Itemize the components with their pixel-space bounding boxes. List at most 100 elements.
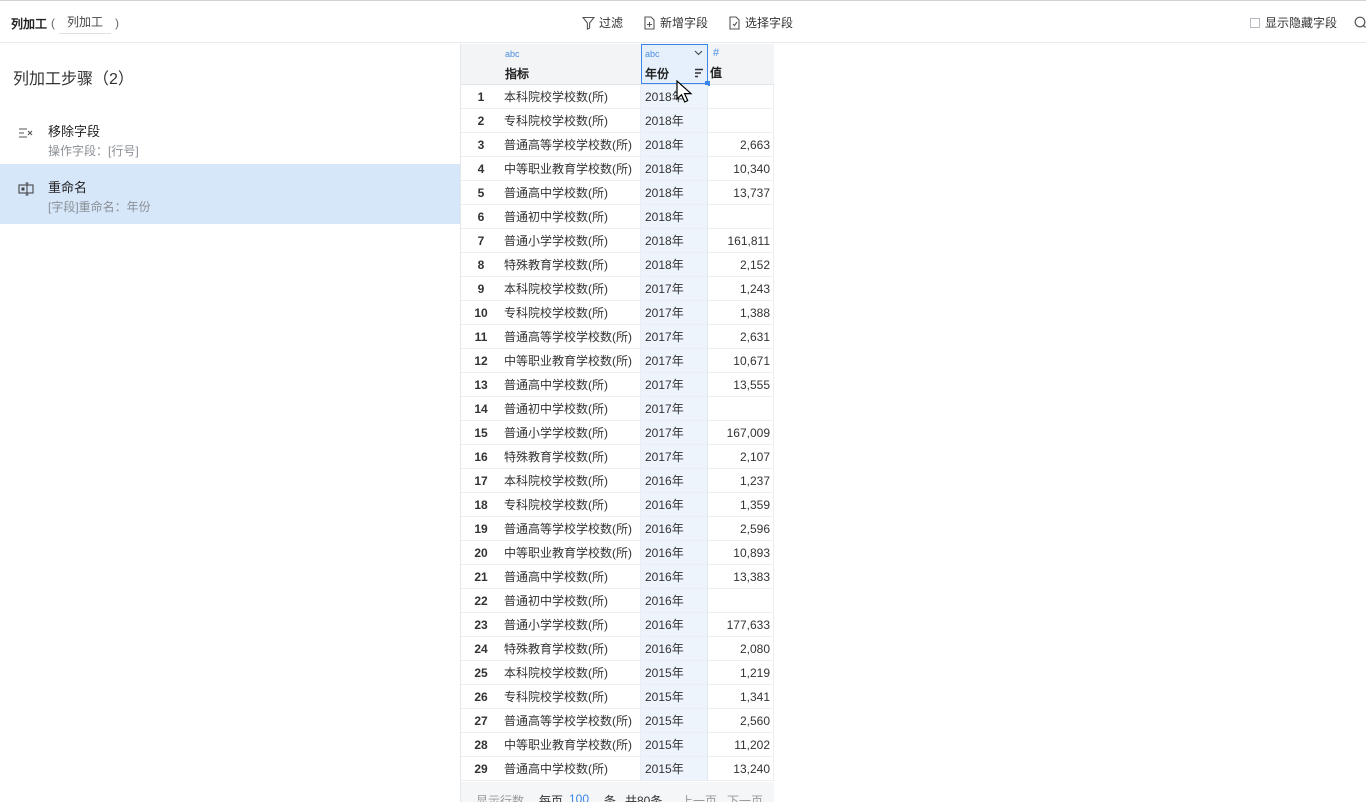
cell-value[interactable]: 2,080 [708,637,774,661]
cell-year[interactable]: 2016年 [641,589,708,613]
cell-indicator[interactable]: 本科院校学校数(所) [501,85,641,109]
cell-value[interactable]: 167,009 [708,421,774,445]
chevron-down-icon[interactable] [694,50,703,56]
cell-value[interactable]: 2,560 [708,709,774,733]
cell-year[interactable]: 2015年 [641,757,708,781]
cell-year[interactable]: 2017年 [641,397,708,421]
cell-year[interactable]: 2018年 [641,253,708,277]
cell-value[interactable]: 177,633 [708,613,774,637]
cell-value[interactable]: 1,359 [708,493,774,517]
cell-value[interactable] [708,205,774,229]
cell-value[interactable]: 1,243 [708,277,774,301]
next-page-button[interactable]: 下一页 [727,792,763,802]
cell-value[interactable]: 13,555 [708,373,774,397]
cell-value[interactable]: 2,596 [708,517,774,541]
cell-indicator[interactable]: 普通高中学校数(所) [501,565,641,589]
cell-year[interactable]: 2015年 [641,709,708,733]
cell-value[interactable]: 11,202 [708,733,774,757]
node-name-input[interactable]: 列加工 [59,13,112,34]
cell-year[interactable]: 2016年 [641,517,708,541]
table-row[interactable]: 14 普通初中学校数(所) 2017年 [461,397,774,421]
table-row[interactable]: 29 普通高中学校数(所) 2015年 13,240 [461,757,774,781]
cell-indicator[interactable]: 中等职业教育学校数(所) [501,541,641,565]
cell-value[interactable]: 161,811 [708,229,774,253]
cell-indicator[interactable]: 中等职业教育学校数(所) [501,733,641,757]
table-row[interactable]: 26 专科院校学校数(所) 2015年 1,341 [461,685,774,709]
cell-year[interactable]: 2015年 [641,685,708,709]
cell-indicator[interactable]: 中等职业教育学校数(所) [501,349,641,373]
cell-year[interactable]: 2015年 [641,733,708,757]
show-hidden-checkbox[interactable] [1250,17,1260,28]
table-row[interactable]: 15 普通小学学校数(所) 2017年 167,009 [461,421,774,445]
cell-year[interactable]: 2016年 [641,469,708,493]
cell-indicator[interactable]: 专科院校学校数(所) [501,685,641,709]
cell-year[interactable]: 2017年 [641,325,708,349]
table-row[interactable]: 10 专科院校学校数(所) 2017年 1,388 [461,301,774,325]
prev-page-button[interactable]: 上一页 [681,792,717,802]
cell-value[interactable]: 10,671 [708,349,774,373]
cell-value[interactable]: 2,631 [708,325,774,349]
cell-year[interactable]: 2016年 [641,541,708,565]
table-row[interactable]: 2 专科院校学校数(所) 2018年 [461,109,774,133]
table-row[interactable]: 12 中等职业教育学校数(所) 2017年 10,671 [461,349,774,373]
cell-year[interactable]: 2017年 [641,301,708,325]
cell-indicator[interactable]: 专科院校学校数(所) [501,493,641,517]
cell-year[interactable]: 2018年 [641,181,708,205]
table-row[interactable]: 21 普通高中学校数(所) 2016年 13,383 [461,565,774,589]
cell-year[interactable]: 2016年 [641,613,708,637]
cell-year[interactable]: 2015年 [641,661,708,685]
cell-indicator[interactable]: 本科院校学校数(所) [501,277,641,301]
cell-indicator[interactable]: 普通高等学校学校数(所) [501,709,641,733]
cell-year[interactable]: 2016年 [641,565,708,589]
step-remove-field[interactable]: 移除字段 操作字段：[行号] [0,108,460,168]
cell-indicator[interactable]: 普通高等学校学校数(所) [501,133,641,157]
cell-indicator[interactable]: 专科院校学校数(所) [501,301,641,325]
table-row[interactable]: 5 普通高中学校数(所) 2018年 13,737 [461,181,774,205]
cell-value[interactable]: 13,737 [708,181,774,205]
cell-year[interactable]: 2018年 [641,109,708,133]
cell-year[interactable]: 2018年 [641,133,708,157]
table-row[interactable]: 17 本科院校学校数(所) 2016年 1,237 [461,469,774,493]
cell-value[interactable]: 13,240 [708,757,774,781]
show-hidden-fields-toggle[interactable]: 显示隐藏字段 [1250,14,1337,31]
cell-value[interactable] [708,85,774,109]
cell-year[interactable]: 2017年 [641,373,708,397]
column-header-year[interactable]: abc 年份 [641,44,710,86]
cell-value[interactable]: 2,152 [708,253,774,277]
table-row[interactable]: 27 普通高等学校学校数(所) 2015年 2,560 [461,709,774,733]
column-header-value[interactable]: # 值 [708,44,774,84]
cell-value[interactable]: 10,893 [708,541,774,565]
table-row[interactable]: 19 普通高等学校学校数(所) 2016年 2,596 [461,517,774,541]
cell-indicator[interactable]: 普通小学学校数(所) [501,421,641,445]
cell-value[interactable] [708,589,774,613]
cell-indicator[interactable]: 普通高中学校数(所) [501,373,641,397]
search-button[interactable] [1354,16,1366,32]
column-header-indicator[interactable]: abc 指标 [501,44,641,84]
cell-indicator[interactable]: 本科院校学校数(所) [501,661,641,685]
table-row[interactable]: 22 普通初中学校数(所) 2016年 [461,589,774,613]
sort-icon[interactable] [694,68,704,78]
cell-indicator[interactable]: 本科院校学校数(所) [501,469,641,493]
table-row[interactable]: 16 特殊教育学校数(所) 2017年 2,107 [461,445,774,469]
cell-value[interactable] [708,397,774,421]
add-field-button[interactable]: 新增字段 [643,14,708,31]
cell-indicator[interactable]: 中等职业教育学校数(所) [501,157,641,181]
table-row[interactable]: 23 普通小学学校数(所) 2016年 177,633 [461,613,774,637]
cell-value[interactable]: 13,383 [708,565,774,589]
cell-year[interactable]: 2017年 [641,421,708,445]
cell-value[interactable]: 1,388 [708,301,774,325]
table-row[interactable]: 18 专科院校学校数(所) 2016年 1,359 [461,493,774,517]
table-row[interactable]: 1 本科院校学校数(所) 2018年 [461,85,774,109]
table-row[interactable]: 4 中等职业教育学校数(所) 2018年 10,340 [461,157,774,181]
cell-value[interactable]: 2,107 [708,445,774,469]
table-row[interactable]: 11 普通高等学校学校数(所) 2017年 2,631 [461,325,774,349]
cell-indicator[interactable]: 特殊教育学校数(所) [501,445,641,469]
cell-year[interactable]: 2017年 [641,349,708,373]
page-size-select[interactable]: 100 [569,792,589,802]
cell-indicator[interactable]: 普通高等学校学校数(所) [501,325,641,349]
cell-value[interactable]: 10,340 [708,157,774,181]
cell-indicator[interactable]: 特殊教育学校数(所) [501,637,641,661]
cell-year[interactable]: 2018年 [641,205,708,229]
table-row[interactable]: 9 本科院校学校数(所) 2017年 1,243 [461,277,774,301]
step-rename[interactable]: 重命名 [字段]重命名：年份 [0,164,460,224]
